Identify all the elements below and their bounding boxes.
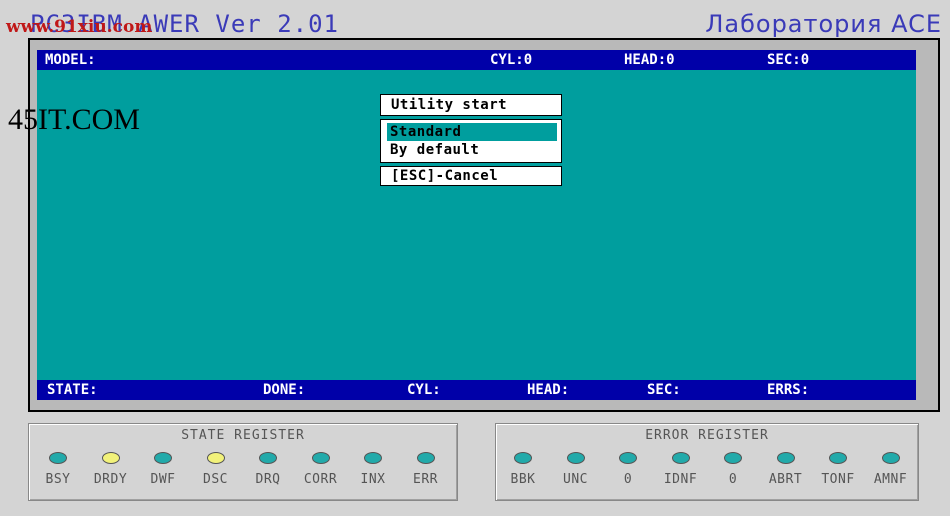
top-status-bar: MODEL: CYL:0 HEAD:0 SEC:0 — [37, 50, 916, 70]
head-label: HEAD: — [527, 382, 570, 398]
state-led-inx-6 — [364, 452, 382, 464]
error-led-label-7: AMNF — [873, 472, 908, 487]
state-led-corr-5 — [311, 452, 330, 464]
error-led-abrt-5 — [776, 452, 795, 464]
lab-title: Лаборатория ACE — [705, 10, 942, 38]
error-led-label-4: 0 — [728, 472, 738, 487]
state-led-label-3: DSC — [203, 472, 228, 487]
state-led-dsc-3 — [206, 452, 225, 464]
state-led-label-1: DRDY — [93, 472, 128, 487]
cyl-value: CYL:0 — [490, 52, 533, 68]
dialog-title: Utility start — [380, 94, 562, 116]
watermark-side: 45IT.COM — [8, 103, 140, 136]
state-led-label-4: DRQ — [255, 472, 281, 487]
error-led-bbk-0 — [514, 452, 532, 464]
error-led-label-5: ABRT — [768, 472, 803, 487]
done-label: DONE: — [263, 382, 306, 398]
state-led-err-7 — [416, 452, 435, 464]
state-led-label-7: ERR — [413, 472, 438, 487]
model-label: MODEL: — [45, 52, 96, 68]
cancel-button[interactable]: [ESC]-Cancel — [380, 166, 562, 186]
errs-label: ERRS: — [767, 382, 810, 398]
error-led-0-2 — [619, 452, 637, 464]
error-led-label-0: BBK — [510, 472, 536, 487]
cyl-label: CYL: — [407, 382, 441, 398]
utility-start-dialog: Utility start Standard By default [ESC]-… — [380, 94, 562, 186]
state-label: STATE: — [47, 382, 98, 398]
menu-item-by-default[interactable]: By default — [387, 141, 557, 159]
state-led-bsy-0 — [49, 452, 67, 464]
head-value: HEAD:0 — [624, 52, 675, 68]
dialog-menu: Standard By default — [380, 119, 562, 163]
state-led-label-2: DWF — [150, 472, 176, 487]
error-led-0-4 — [724, 452, 742, 464]
error-led-label-3: IDNF — [663, 472, 698, 487]
error-led-label-6: TONF — [821, 472, 855, 487]
error-register-title: ERROR REGISTER — [645, 428, 769, 443]
error-led-label-1: UNC — [563, 472, 588, 487]
state-register-panel: STATE REGISTER BSY DRDY DWF DSC DRQ CORR INX ER… — [28, 423, 458, 501]
error-register-panel: ERROR REGISTER BBK UNC 0 IDNF 0 ABRT TONF AMNF — [495, 423, 919, 501]
error-led-idnf-3 — [671, 452, 690, 464]
bottom-status-bar: STATE: DONE: CYL: HEAD: SEC: ERRS: — [37, 380, 916, 400]
sec-label: SEC: — [647, 382, 681, 398]
state-led-drdy-1 — [101, 452, 120, 464]
state-led-label-6: INX — [360, 472, 386, 487]
state-led-drq-4 — [259, 452, 277, 464]
state-register-title: STATE REGISTER — [181, 428, 305, 443]
state-led-label-0: BSY — [45, 472, 71, 487]
state-led-label-5: CORR — [303, 472, 338, 487]
error-led-unc-1 — [566, 452, 585, 464]
error-led-amnf-7 — [881, 452, 900, 464]
sec-value: SEC:0 — [767, 52, 810, 68]
state-led-dwf-2 — [154, 452, 172, 464]
error-led-label-2: 0 — [623, 472, 633, 487]
error-led-tonf-6 — [829, 452, 847, 464]
menu-item-standard[interactable]: Standard — [387, 123, 557, 141]
watermark-top: www.91xiu.com — [6, 17, 153, 37]
